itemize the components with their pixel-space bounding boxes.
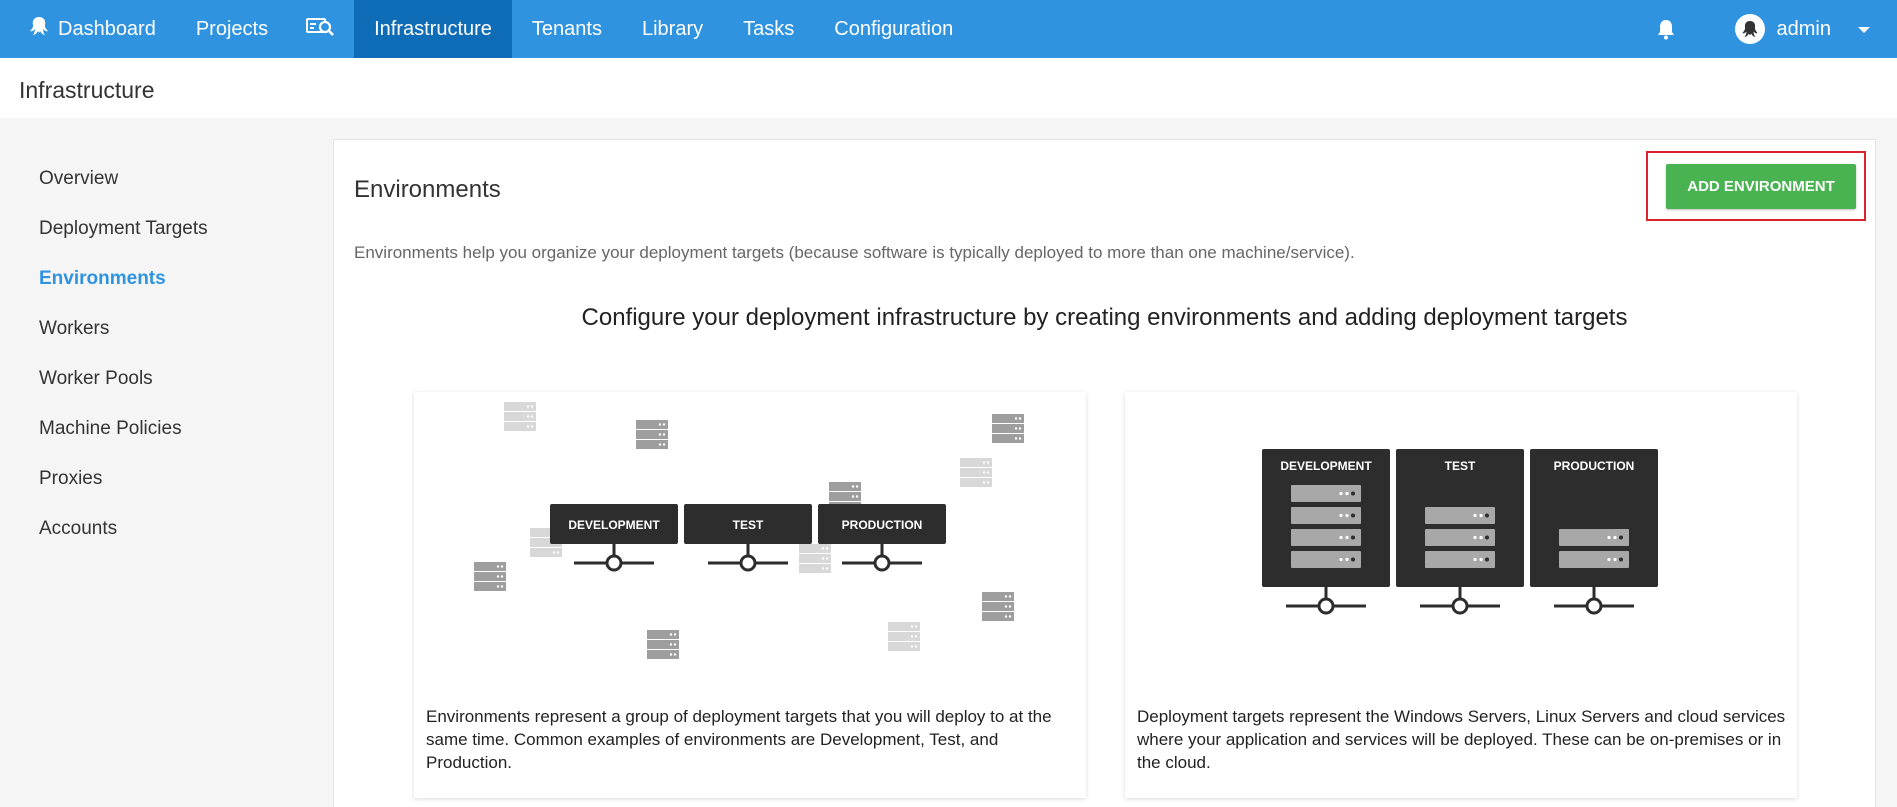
env-box-production: PRODUCTION: [818, 504, 946, 572]
search-machine-icon: [306, 15, 336, 43]
nav-tasks-label: Tasks: [743, 17, 795, 40]
env-box-test: TEST: [684, 504, 812, 572]
deployment-targets-card-text: Deployment targets represent the Windows…: [1137, 707, 1786, 772]
nav-tenants-label: Tenants: [531, 17, 602, 40]
nav-tenants[interactable]: Tenants: [512, 0, 622, 58]
nav-infrastructure[interactable]: Infrastructure: [354, 0, 512, 58]
onboarding-heading: Configure your deployment infrastructure…: [581, 304, 1628, 331]
target-rack-development: DEVELOPMENT: [1262, 449, 1390, 615]
environments-card-text: Environments represent a group of deploy…: [426, 707, 1052, 772]
add-environment-button[interactable]: ADD ENVIRONMENT: [1666, 164, 1856, 209]
environments-card: DEVELOPMENT TEST PRODUCTION Environments: [414, 392, 1086, 798]
environments-panel: Environments ADD ENVIRONMENT Environment…: [333, 139, 1876, 807]
target-rack-production: PRODUCTION: [1530, 449, 1658, 615]
target-rack-test: TEST: [1396, 449, 1524, 615]
avatar: [1734, 14, 1765, 44]
nav-configuration[interactable]: Configuration: [814, 0, 973, 58]
nav-projects[interactable]: Projects: [176, 0, 288, 58]
env-label-production: PRODUCTION: [842, 518, 923, 532]
environments-illustration: DEVELOPMENT TEST PRODUCTION: [474, 402, 1024, 659]
sidebar: Overview Deployment Targets Environments…: [0, 118, 332, 807]
deployment-targets-card: DEVELOPMENT TEST PRODUCTION Deployment t…: [1125, 392, 1797, 798]
nav-infrastructure-label: Infrastructure: [374, 17, 492, 40]
env-label-development: DEVELOPMENT: [568, 518, 660, 532]
target-label-test: TEST: [1445, 459, 1476, 473]
sidebar-item-worker-pools[interactable]: Worker Pools: [39, 368, 153, 390]
nav-library[interactable]: Library: [622, 0, 723, 58]
page-header: Infrastructure: [0, 58, 1897, 118]
sidebar-item-overview[interactable]: Overview: [39, 168, 118, 190]
nav-projects-label: Projects: [195, 17, 269, 40]
sidebar-item-environments[interactable]: Environments: [39, 268, 166, 290]
sidebar-item-proxies[interactable]: Proxies: [39, 468, 102, 490]
section-title: Environments: [354, 176, 501, 203]
user-name: admin: [1776, 17, 1831, 40]
bell-icon[interactable]: [1637, 0, 1695, 58]
env-box-development: DEVELOPMENT: [550, 504, 678, 572]
nav-dashboard[interactable]: Dashboard: [0, 0, 176, 58]
top-navigation: Dashboard Projects Infrastructure Tenant…: [0, 0, 1897, 58]
nav-configuration-label: Configuration: [834, 17, 954, 40]
sidebar-item-workers[interactable]: Workers: [39, 318, 109, 340]
sidebar-item-machine-policies[interactable]: Machine Policies: [39, 418, 182, 440]
sidebar-item-deployment-targets[interactable]: Deployment Targets: [39, 218, 208, 240]
nav-dashboard-label: Dashboard: [58, 17, 156, 40]
nav-library-label: Library: [641, 17, 704, 40]
page-title: Infrastructure: [19, 77, 155, 103]
nav-tasks[interactable]: Tasks: [723, 0, 814, 58]
octopus-logo-icon: [28, 15, 50, 43]
sidebar-item-accounts[interactable]: Accounts: [39, 518, 117, 540]
nav-search[interactable]: [288, 0, 354, 58]
target-label-development: DEVELOPMENT: [1280, 459, 1372, 473]
user-menu[interactable]: admin: [1695, 14, 1897, 44]
section-description: Environments help you organize your depl…: [354, 243, 1355, 262]
deployment-targets-illustration: DEVELOPMENT TEST PRODUCTION: [1262, 449, 1658, 615]
chevron-down-icon: [1857, 18, 1871, 41]
target-label-production: PRODUCTION: [1554, 459, 1635, 473]
env-label-test: TEST: [733, 518, 764, 532]
nav-right: admin: [1637, 0, 1897, 58]
